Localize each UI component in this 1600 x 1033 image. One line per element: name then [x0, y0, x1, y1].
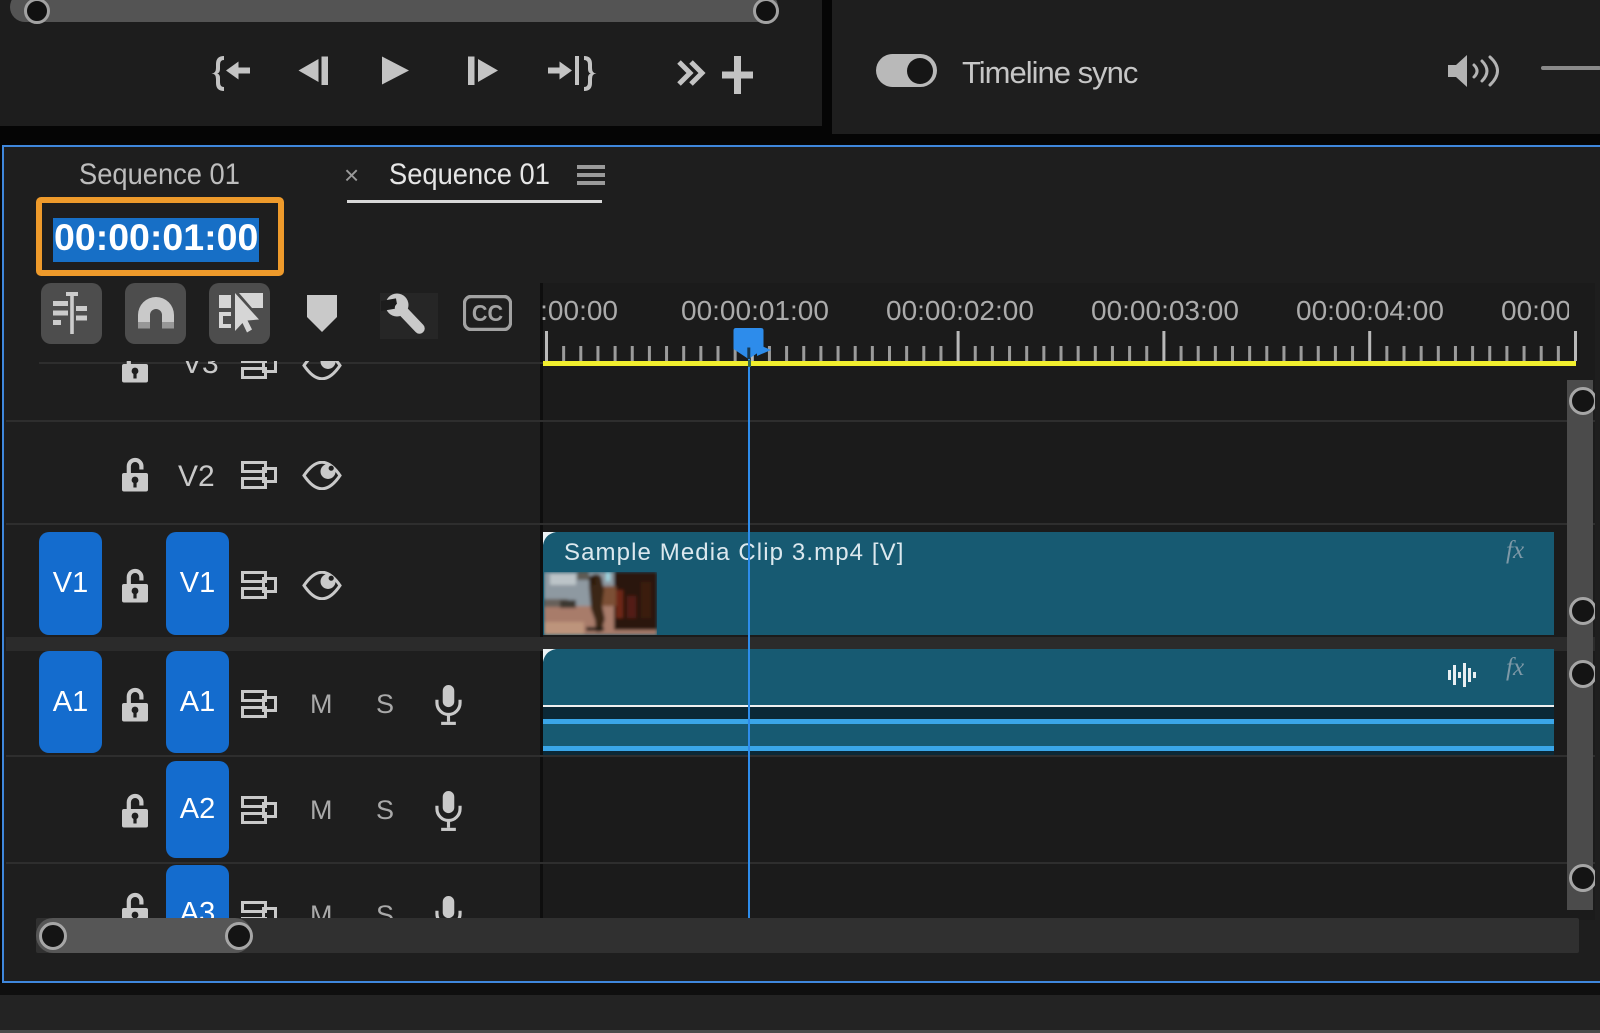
svg-text:CC: CC	[472, 300, 503, 326]
